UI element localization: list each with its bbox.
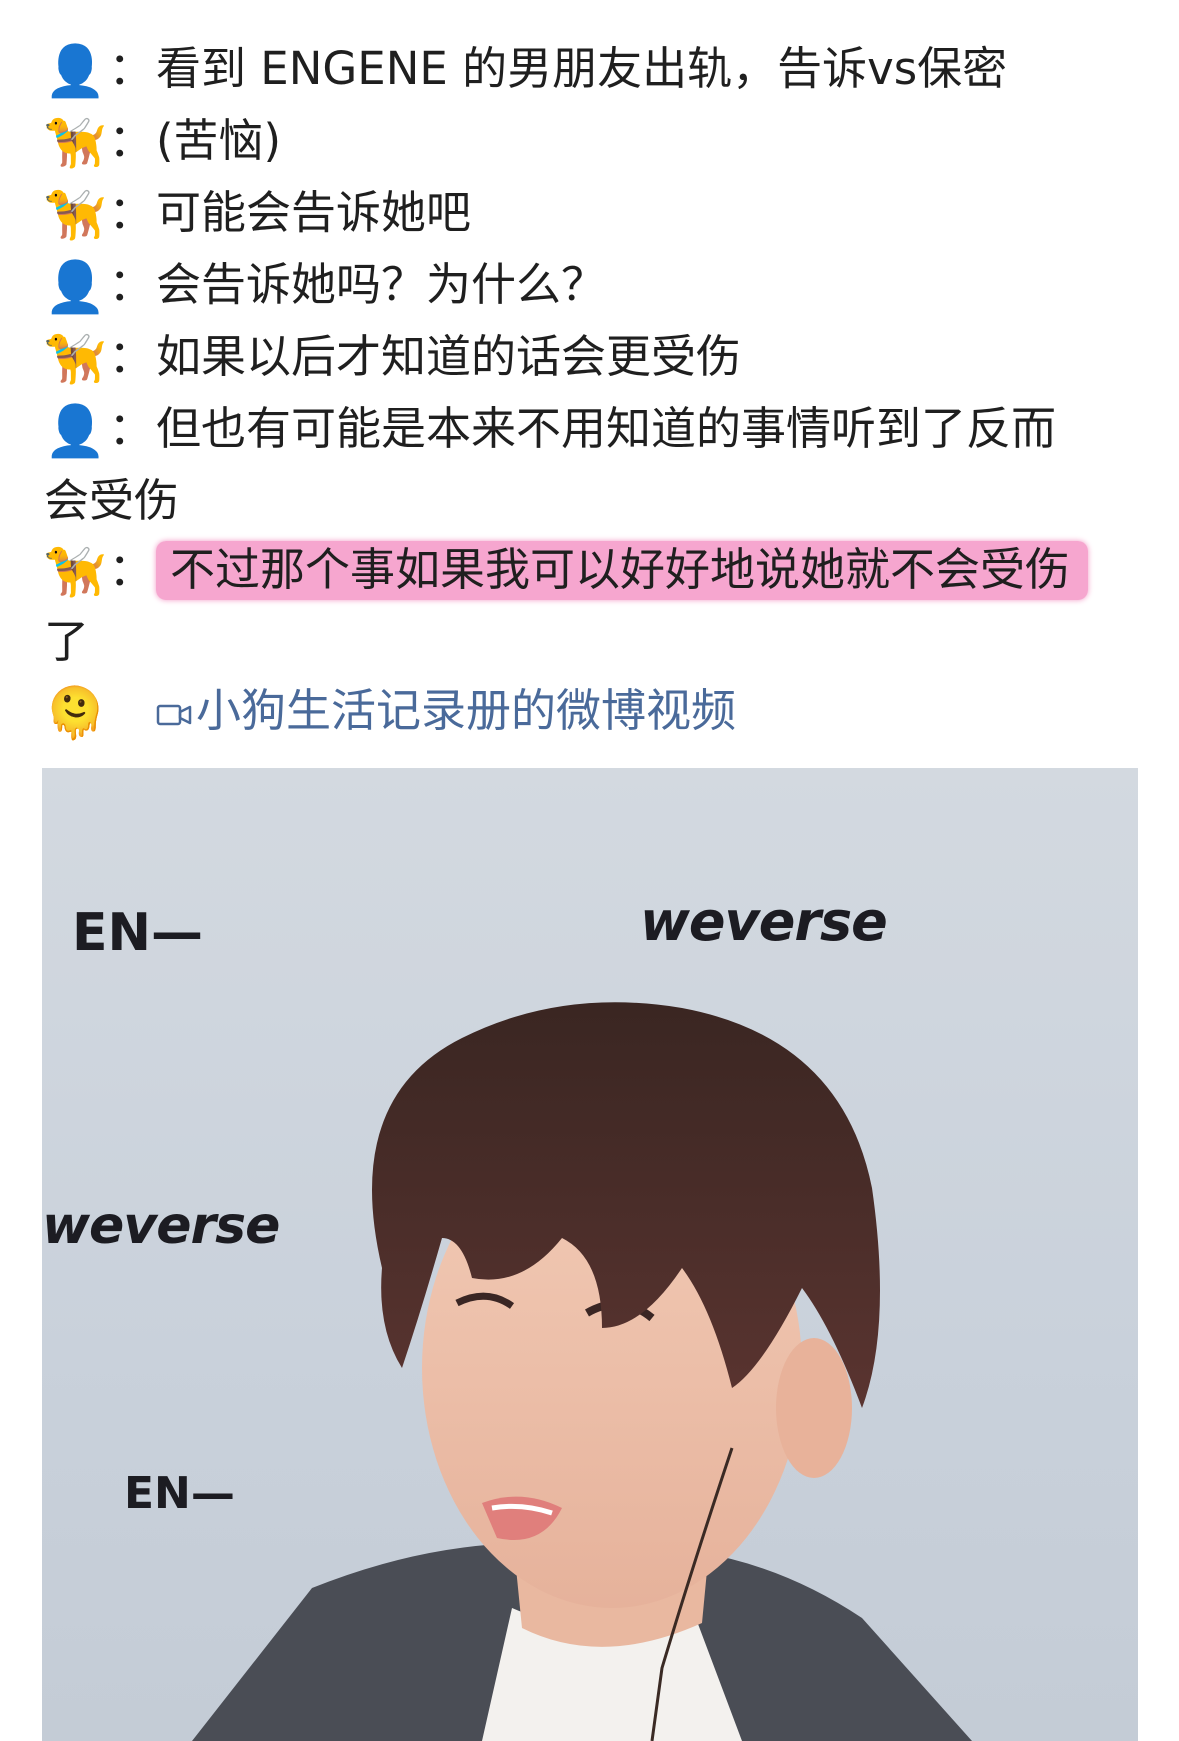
- dialogue-text: 会告诉她吗？为什么？: [156, 258, 607, 311]
- dialogue-text: 但也有可能是本来不用知道的事情听到了反而: [156, 402, 1057, 455]
- dialogue-line-1: 👤：看到 ENGENE 的男朋友出轨，告诉vs保密: [44, 34, 1144, 106]
- video-link-row: 🫠 小狗生活记录册的微博视频: [44, 676, 1144, 748]
- melting-face-icon: 🫠: [44, 684, 107, 742]
- guide-dog-icon: 🦮: [44, 330, 107, 388]
- video-thumbnail[interactable]: EN— weverse weverse EN—: [42, 768, 1138, 1741]
- video-link-label: 小狗生活记录册的微博视频: [196, 684, 737, 737]
- dialogue-line-3: 🦮：可能会告诉她吧: [44, 178, 1144, 250]
- en-logo-watermark: EN—: [124, 1468, 235, 1519]
- guide-dog-icon: 🦮: [44, 543, 107, 601]
- guide-dog-icon: 🦮: [44, 114, 107, 172]
- video-link[interactable]: 小狗生活记录册的微博视频: [156, 684, 736, 737]
- person-silhouette-icon: 👤: [44, 42, 107, 100]
- highlighted-text: 不过那个事如果我可以好好地说她就不会受伤: [156, 541, 1089, 600]
- weverse-logo-watermark: weverse: [42, 1196, 280, 1256]
- dialogue-line-4: 👤：会告诉她吗？为什么？: [44, 250, 1144, 322]
- person-silhouette-icon: 👤: [44, 258, 107, 316]
- dialogue-line-5: 🦮：如果以后才知道的话会更受伤: [44, 322, 1144, 394]
- video-camera-icon: [156, 704, 192, 726]
- dialogue-line-7: 🦮： 不过那个事如果我可以好好地说她就不会受伤: [44, 535, 1144, 607]
- weverse-logo-watermark: weverse: [640, 890, 888, 953]
- dialogue-line-7-continuation: 了: [44, 607, 1144, 676]
- dialogue-line-6-continuation: 会受伤: [44, 466, 1144, 535]
- post-text: 👤：看到 ENGENE 的男朋友出轨，告诉vs保密 🦮：(苦恼) 🦮：可能会告诉…: [44, 34, 1144, 748]
- dialogue-line-6: 👤：但也有可能是本来不用知道的事情听到了反而: [44, 394, 1144, 466]
- dialogue-text: 可能会告诉她吧: [156, 186, 472, 239]
- guide-dog-icon: 🦮: [44, 186, 107, 244]
- en-logo-watermark: EN—: [72, 903, 204, 963]
- dialogue-line-2: 🦮：(苦恼): [44, 106, 1144, 178]
- dialogue-text: 看到 ENGENE 的男朋友出轨，告诉vs保密: [156, 42, 1008, 95]
- dialogue-text: (苦恼): [156, 114, 282, 167]
- dialogue-text: 会受伤: [44, 474, 180, 527]
- dialogue-text: 了: [44, 615, 90, 668]
- person-silhouette-icon: 👤: [44, 402, 107, 460]
- dialogue-text: 如果以后才知道的话会更受伤: [156, 330, 742, 383]
